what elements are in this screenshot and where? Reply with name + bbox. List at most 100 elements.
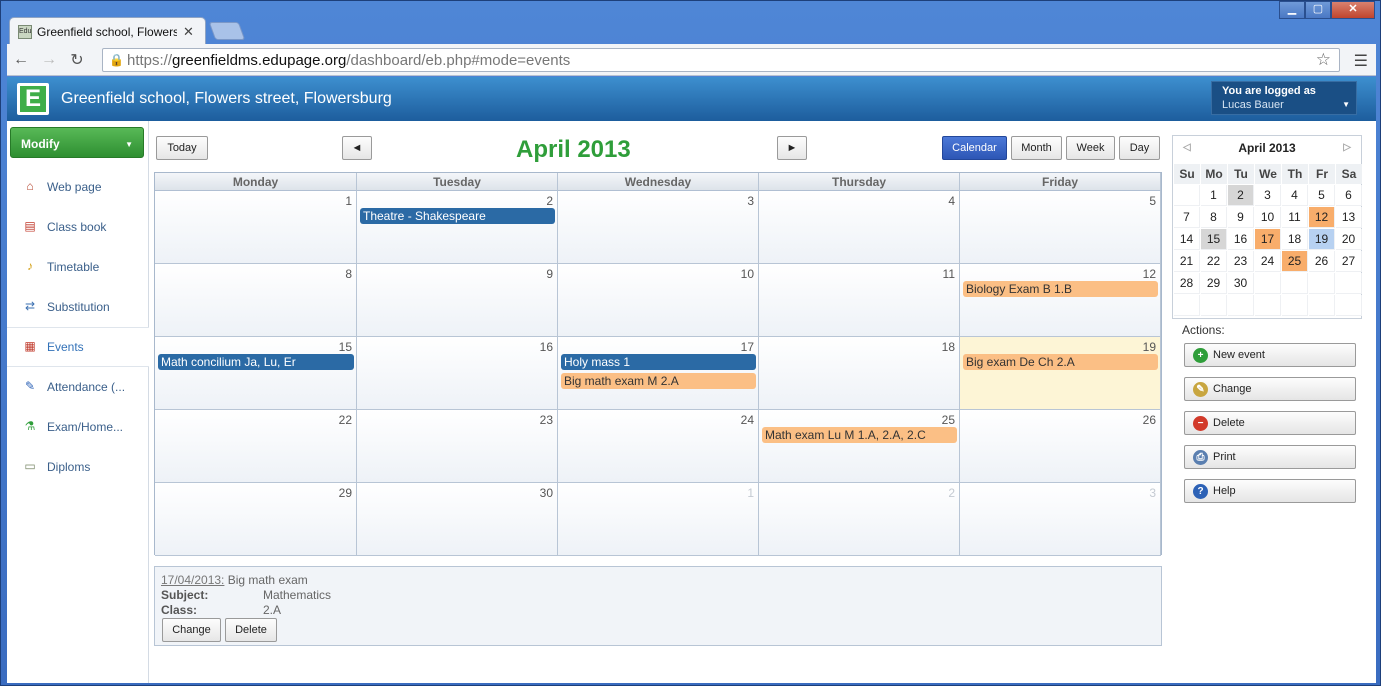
modify-button[interactable]: Modify ▼ <box>10 127 144 158</box>
detail-change-button[interactable]: Change <box>162 618 221 642</box>
mini-day[interactable]: 20 <box>1336 229 1362 250</box>
sidebar-item-timetable[interactable]: ♪ Timetable <box>7 247 149 287</box>
mini-day[interactable]: 11 <box>1282 207 1308 228</box>
day-cell[interactable]: 4 <box>759 191 960 264</box>
mini-day[interactable]: 26 <box>1309 251 1335 272</box>
prev-month-button[interactable]: ◄ <box>342 136 372 160</box>
mini-day[interactable]: 2 <box>1228 185 1254 206</box>
mini-day[interactable]: 15 <box>1201 229 1227 250</box>
day-cell[interactable]: 12 Biology Exam B 1.B <box>960 264 1161 337</box>
sidebar-item-diploms[interactable]: ▭ Diploms <box>7 447 149 487</box>
view-month-button[interactable]: Month <box>1011 136 1062 160</box>
calendar-event[interactable]: Math concilium Ja, Lu, Er <box>158 354 354 370</box>
next-month-button[interactable]: ► <box>777 136 807 160</box>
mini-day[interactable]: 27 <box>1336 251 1362 272</box>
day-cell[interactable]: 11 <box>759 264 960 337</box>
mini-day[interactable]: 24 <box>1255 251 1281 272</box>
mini-day[interactable]: 29 <box>1201 273 1227 294</box>
view-calendar-button[interactable]: Calendar <box>942 136 1007 160</box>
calendar-event[interactable]: Math exam Lu M 1.A, 2.A, 2.C <box>762 427 957 443</box>
new-event-button[interactable]: + New event <box>1184 343 1356 367</box>
detail-delete-button[interactable]: Delete <box>225 618 277 642</box>
mini-next-icon[interactable]: ▷ <box>1343 136 1351 160</box>
edupage-logo[interactable]: E <box>17 83 49 115</box>
today-button[interactable]: Today <box>156 136 208 160</box>
calendar-event[interactable]: Big math exam M 2.A <box>561 373 756 389</box>
mini-day[interactable]: 5 <box>1309 185 1335 206</box>
sidebar-item-class-book[interactable]: ▤ Class book <box>7 207 149 247</box>
help-button[interactable]: ? Help <box>1184 479 1356 503</box>
mini-day[interactable]: 9 <box>1228 207 1254 228</box>
day-cell[interactable]: 1 <box>558 483 759 556</box>
day-cell[interactable]: 17 Holy mass 1 Big math exam M 2.A <box>558 337 759 410</box>
mini-day[interactable]: 7 <box>1174 207 1200 228</box>
day-cell[interactable]: 22 <box>155 410 357 483</box>
calendar-event[interactable]: Biology Exam B 1.B <box>963 281 1158 297</box>
day-cell[interactable]: 3 <box>960 483 1161 556</box>
mini-day[interactable]: 30 <box>1228 273 1254 294</box>
mini-day[interactable]: 25 <box>1282 251 1308 272</box>
address-bar[interactable]: 🔒 https://greenfieldms.edupage.org/dashb… <box>102 48 1340 72</box>
sidebar-item-events[interactable]: ▦ Events <box>7 327 149 367</box>
reload-icon[interactable]: ↻ <box>63 50 91 70</box>
mini-day[interactable]: 12 <box>1309 207 1335 228</box>
day-cell[interactable]: 18 <box>759 337 960 410</box>
sidebar-item-web-page[interactable]: ⌂ Web page <box>7 167 149 207</box>
day-cell[interactable]: 29 <box>155 483 357 556</box>
calendar-event[interactable]: Theatre - Shakespeare <box>360 208 555 224</box>
day-cell[interactable]: 2 Theatre - Shakespeare <box>357 191 558 264</box>
mini-day[interactable]: 23 <box>1228 251 1254 272</box>
view-week-button[interactable]: Week <box>1066 136 1115 160</box>
delete-button[interactable]: − Delete <box>1184 411 1356 435</box>
sidebar-item-substitution[interactable]: ⇄ Substitution <box>7 287 149 327</box>
bookmark-star-icon[interactable]: ☆ <box>1316 50 1331 70</box>
mini-day[interactable]: 21 <box>1174 251 1200 272</box>
minimize-button[interactable]: ▁ <box>1279 1 1305 19</box>
mini-prev-icon[interactable]: ◁ <box>1183 136 1191 160</box>
day-cell[interactable]: 8 <box>155 264 357 337</box>
day-cell[interactable]: 24 <box>558 410 759 483</box>
mini-day[interactable]: 19 <box>1309 229 1335 250</box>
maximize-button[interactable]: ▢ <box>1305 1 1331 19</box>
day-cell[interactable]: 23 <box>357 410 558 483</box>
mini-day[interactable]: 17 <box>1255 229 1281 250</box>
mini-day[interactable]: 14 <box>1174 229 1200 250</box>
day-cell[interactable]: 1 <box>155 191 357 264</box>
print-button[interactable]: ⎙ Print <box>1184 445 1356 469</box>
day-cell[interactable]: 10 <box>558 264 759 337</box>
calendar-event[interactable]: Big exam De Ch 2.A <box>963 354 1158 370</box>
mini-day[interactable]: 6 <box>1336 185 1362 206</box>
day-cell[interactable]: 9 <box>357 264 558 337</box>
mini-day[interactable]: 28 <box>1174 273 1200 294</box>
day-cell[interactable]: 30 <box>357 483 558 556</box>
day-cell[interactable]: 3 <box>558 191 759 264</box>
browser-tab[interactable]: Edu Greenfield school, Flowers st ✕ <box>9 17 206 45</box>
mini-day[interactable]: 18 <box>1282 229 1308 250</box>
mini-day[interactable]: 22 <box>1201 251 1227 272</box>
user-menu[interactable]: You are logged as Lucas Bauer ▼ <box>1211 81 1357 115</box>
sidebar-item-attendance[interactable]: ✎ Attendance (... <box>7 367 149 407</box>
event-detail-date[interactable]: 17/04/2013: <box>161 573 224 587</box>
forward-icon[interactable]: → <box>35 51 63 69</box>
day-cell[interactable]: 2 <box>759 483 960 556</box>
day-cell[interactable]: 26 <box>960 410 1161 483</box>
mini-day[interactable]: 1 <box>1201 185 1227 206</box>
day-cell[interactable]: 25 Math exam Lu M 1.A, 2.A, 2.C <box>759 410 960 483</box>
new-tab-button[interactable] <box>208 22 246 40</box>
close-window-button[interactable]: ✕ <box>1331 1 1375 19</box>
mini-day[interactable]: 8 <box>1201 207 1227 228</box>
day-cell[interactable]: 16 <box>357 337 558 410</box>
mini-day[interactable]: 16 <box>1228 229 1254 250</box>
mini-day[interactable]: 4 <box>1282 185 1308 206</box>
calendar-event[interactable]: Holy mass 1 <box>561 354 756 370</box>
sidebar-item-exam-home[interactable]: ⚗ Exam/Home... <box>7 407 149 447</box>
mini-day[interactable]: 3 <box>1255 185 1281 206</box>
view-day-button[interactable]: Day <box>1119 136 1160 160</box>
back-icon[interactable]: ← <box>7 51 35 69</box>
change-button[interactable]: ✎ Change <box>1184 377 1356 401</box>
day-cell[interactable]: 5 <box>960 191 1161 264</box>
day-cell[interactable]: 15 Math concilium Ja, Lu, Er <box>155 337 357 410</box>
close-tab-icon[interactable]: ✕ <box>183 24 194 40</box>
mini-day[interactable]: 10 <box>1255 207 1281 228</box>
mini-day[interactable]: 13 <box>1336 207 1362 228</box>
